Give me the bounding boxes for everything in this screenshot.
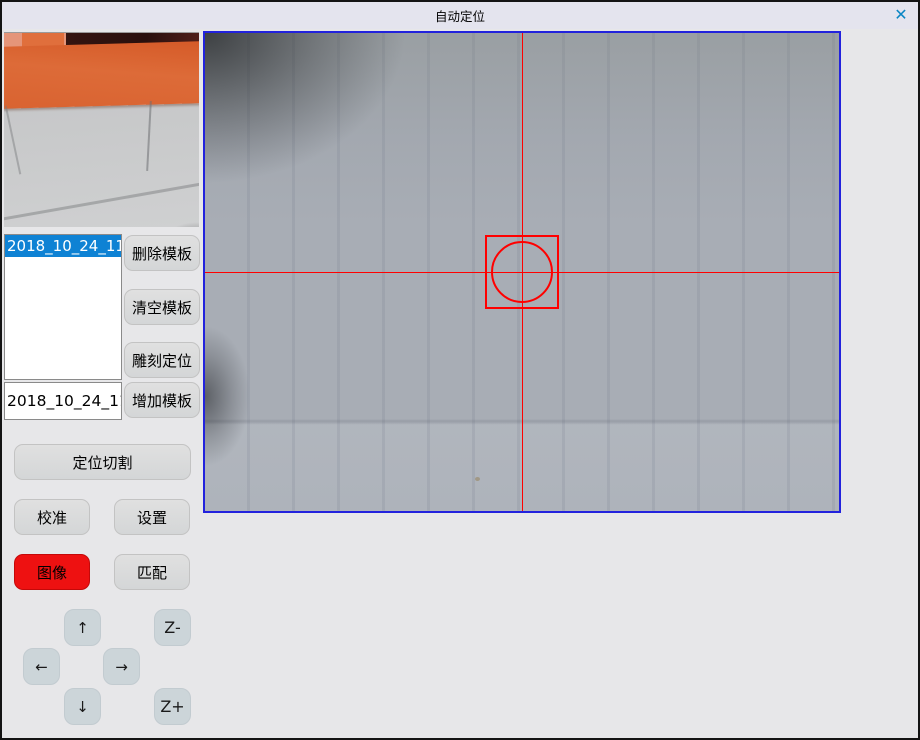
thumb-dark-object	[144, 215, 199, 227]
thumb-grout-line-left	[5, 106, 22, 175]
jog-up-button[interactable]: ↑	[64, 609, 101, 646]
jog-left-button[interactable]: ←	[23, 648, 60, 685]
titlebar: 自动定位	[2, 2, 918, 29]
calibrate-button[interactable]: 校准	[14, 499, 90, 535]
thumb-orange-board	[4, 41, 199, 109]
jog-z-minus-button[interactable]: Z-	[154, 609, 191, 646]
position-cut-button[interactable]: 定位切割	[14, 444, 191, 480]
jog-z-plus-button[interactable]: Z+	[154, 688, 191, 725]
camera-view[interactable]	[203, 31, 841, 513]
thumb-grout-line	[146, 101, 152, 171]
surface-speck	[475, 477, 480, 481]
match-button[interactable]: 匹配	[114, 554, 190, 590]
template-thumbnail[interactable]	[4, 32, 199, 227]
clear-templates-button[interactable]: 清空模板	[124, 289, 200, 325]
template-list[interactable]: 2018_10_24_11	[4, 234, 122, 380]
dialog-title: 自动定位	[435, 6, 485, 25]
image-button[interactable]: 图像	[14, 554, 90, 590]
close-icon[interactable]: ✕	[891, 5, 911, 25]
jog-right-button[interactable]: →	[103, 648, 140, 685]
template-name-input[interactable]	[4, 382, 122, 420]
auto-position-dialog: 自动定位 ✕ 2018_10_24_11 删除模板 清空模板 雕刻定位 增加模板…	[0, 0, 920, 740]
roi-circle	[491, 241, 553, 303]
template-list-item[interactable]: 2018_10_24_11	[5, 235, 121, 257]
jog-down-button[interactable]: ↓	[64, 688, 101, 725]
delete-template-button[interactable]: 删除模板	[124, 235, 200, 271]
settings-button[interactable]: 设置	[114, 499, 190, 535]
add-template-button[interactable]: 增加模板	[124, 382, 200, 418]
engrave-position-button[interactable]: 雕刻定位	[124, 342, 200, 378]
